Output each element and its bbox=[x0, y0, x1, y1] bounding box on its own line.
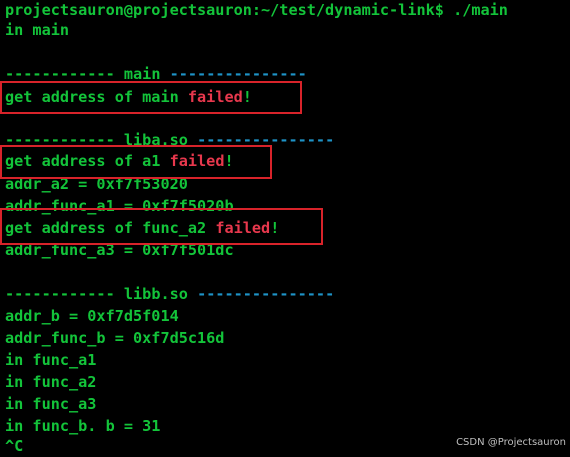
highlight-box-main-failed bbox=[0, 81, 302, 114]
output-line-addr-func-b: addr_func_b = 0xf7d5c16d bbox=[5, 329, 225, 347]
output-line-in-func-a1: in func_a1 bbox=[5, 351, 97, 369]
terminal-window[interactable]: projectsauron@projectsauron:~/test/dynam… bbox=[0, 0, 570, 455]
prompt-line: projectsauron@projectsauron:~/test/dynam… bbox=[5, 0, 508, 21]
watermark: CSDN @Projectsauron bbox=[456, 437, 566, 448]
section-name: libb.so bbox=[123, 285, 188, 303]
separator-dashes-left: ------------ bbox=[5, 285, 115, 303]
command-text: ./main bbox=[453, 1, 508, 19]
prompt-user-host: projectsauron@projectsauron:~/test/dynam… bbox=[5, 1, 444, 19]
highlight-box-a1-failed bbox=[0, 145, 272, 179]
highlight-box-func-a2-failed bbox=[0, 208, 323, 245]
output-line-addr-b: addr_b = 0xf7d5f014 bbox=[5, 307, 179, 325]
separator-dashes-right: --------------- bbox=[197, 285, 335, 303]
output-line-in-func-b: in func_b. b = 31 bbox=[5, 417, 161, 435]
output-line-in-func-a3: in func_a3 bbox=[5, 395, 97, 413]
section-header-libb: ------------ libb.so --------------- bbox=[5, 283, 334, 305]
output-line-in-func-a2: in func_a2 bbox=[5, 373, 97, 391]
output-line-in-main: in main bbox=[5, 21, 70, 39]
